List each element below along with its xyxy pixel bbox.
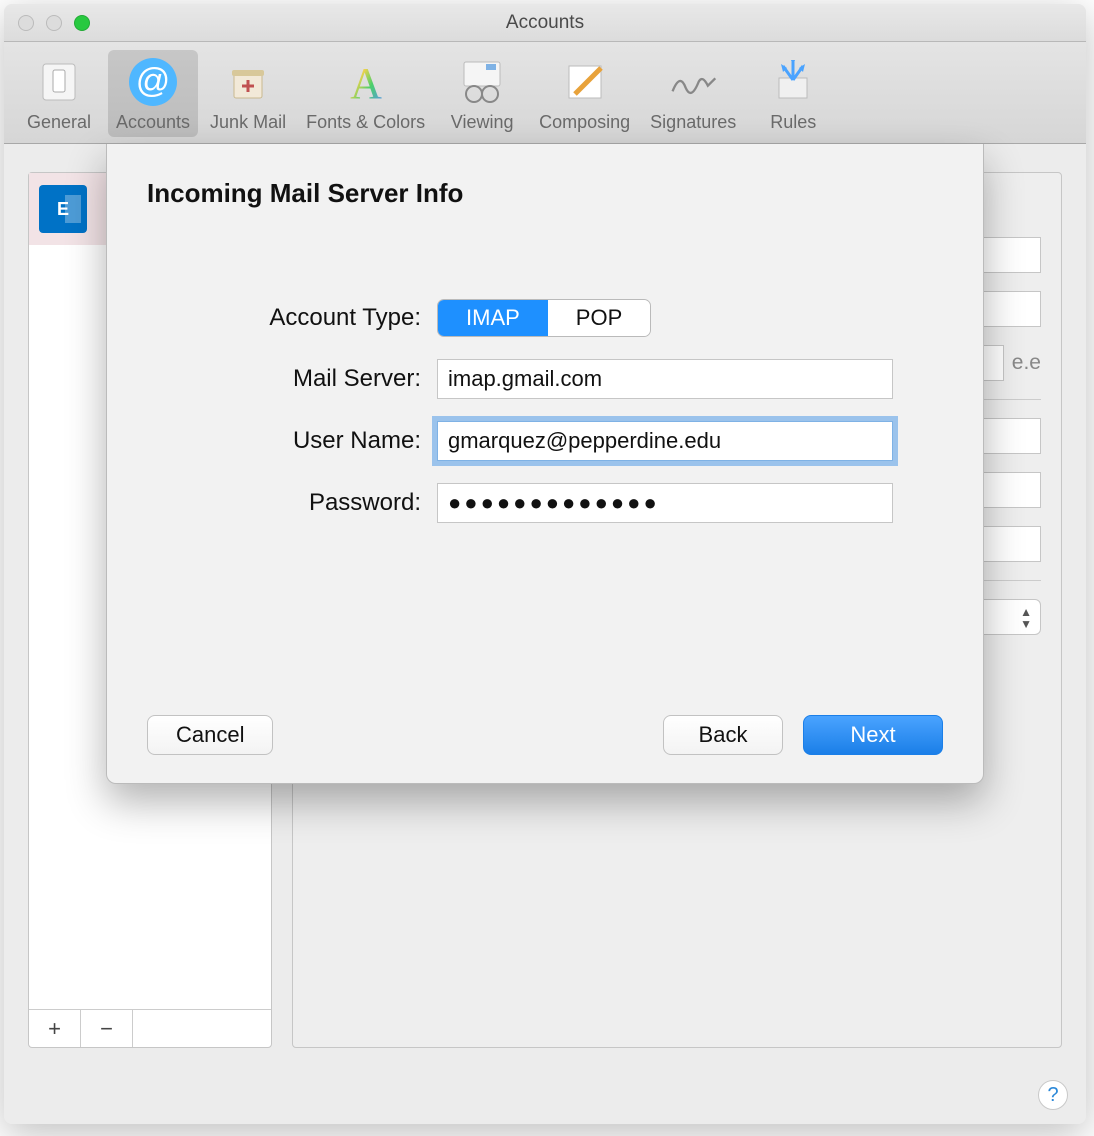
account-type-segmented-control: IMAP POP [437, 299, 651, 337]
toolbar-label: Fonts & Colors [306, 112, 425, 133]
mail-server-input[interactable] [437, 359, 893, 399]
pencil-paper-icon [559, 56, 611, 108]
switch-icon [33, 56, 85, 108]
toolbar-label: Signatures [650, 112, 736, 133]
svg-text:A: A [350, 59, 382, 106]
next-button[interactable]: Next [803, 715, 943, 755]
sidebar-footer-spacer [133, 1010, 271, 1047]
chevron-updown-icon: ▲▼ [1020, 606, 1032, 630]
preferences-window: Accounts General @ Accounts Junk Mail A [4, 4, 1086, 1124]
toolbar-item-signatures[interactable]: Signatures [642, 50, 744, 137]
user-name-label: User Name: [147, 427, 437, 455]
close-window-button[interactable] [18, 15, 34, 31]
password-input[interactable] [437, 483, 893, 523]
zoom-window-button[interactable] [74, 15, 90, 31]
window-controls [18, 15, 90, 31]
preferences-toolbar: General @ Accounts Junk Mail A Fonts & C… [4, 42, 1086, 144]
sheet-button-row: Cancel Back Next [147, 715, 943, 755]
toolbar-label: Junk Mail [210, 112, 286, 133]
cancel-button[interactable]: Cancel [147, 715, 273, 755]
toolbar-label: Composing [539, 112, 630, 133]
user-name-input[interactable] [437, 421, 893, 461]
trash-icon [222, 56, 274, 108]
toolbar-label: Accounts [116, 112, 190, 133]
glasses-icon [456, 56, 508, 108]
svg-text:@: @ [136, 62, 171, 100]
help-button[interactable]: ? [1038, 1080, 1068, 1110]
account-type-pop-button[interactable]: POP [548, 300, 650, 336]
rules-arrows-icon [767, 56, 819, 108]
mail-server-label: Mail Server: [147, 365, 437, 393]
toolbar-item-accounts[interactable]: @ Accounts [108, 50, 198, 137]
toolbar-item-general[interactable]: General [14, 50, 104, 137]
toolbar-item-junk-mail[interactable]: Junk Mail [202, 50, 294, 137]
window-title: Accounts [4, 12, 1086, 34]
toolbar-item-viewing[interactable]: Viewing [437, 50, 527, 137]
exchange-icon: E [39, 185, 87, 233]
clipped-email-tail: e.e [1012, 351, 1041, 375]
back-button[interactable]: Back [663, 715, 783, 755]
sidebar-footer: + − [29, 1009, 271, 1047]
incoming-mail-server-sheet: Incoming Mail Server Info Account Type: … [106, 144, 984, 784]
toolbar-label: Rules [770, 112, 816, 133]
toolbar-item-composing[interactable]: Composing [531, 50, 638, 137]
add-account-button[interactable]: + [29, 1010, 81, 1047]
remove-account-button[interactable]: − [81, 1010, 133, 1047]
toolbar-item-fonts-colors[interactable]: A Fonts & Colors [298, 50, 433, 137]
font-rainbow-icon: A [340, 56, 392, 108]
account-type-label: Account Type: [147, 304, 437, 332]
at-sign-icon: @ [127, 56, 179, 108]
password-label: Password: [147, 489, 437, 517]
titlebar: Accounts [4, 4, 1086, 42]
sheet-title: Incoming Mail Server Info [147, 178, 943, 209]
toolbar-item-rules[interactable]: Rules [748, 50, 838, 137]
toolbar-label: Viewing [451, 112, 514, 133]
minimize-window-button[interactable] [46, 15, 62, 31]
account-type-imap-button[interactable]: IMAP [438, 300, 548, 336]
signature-icon [667, 56, 719, 108]
toolbar-label: General [27, 112, 91, 133]
